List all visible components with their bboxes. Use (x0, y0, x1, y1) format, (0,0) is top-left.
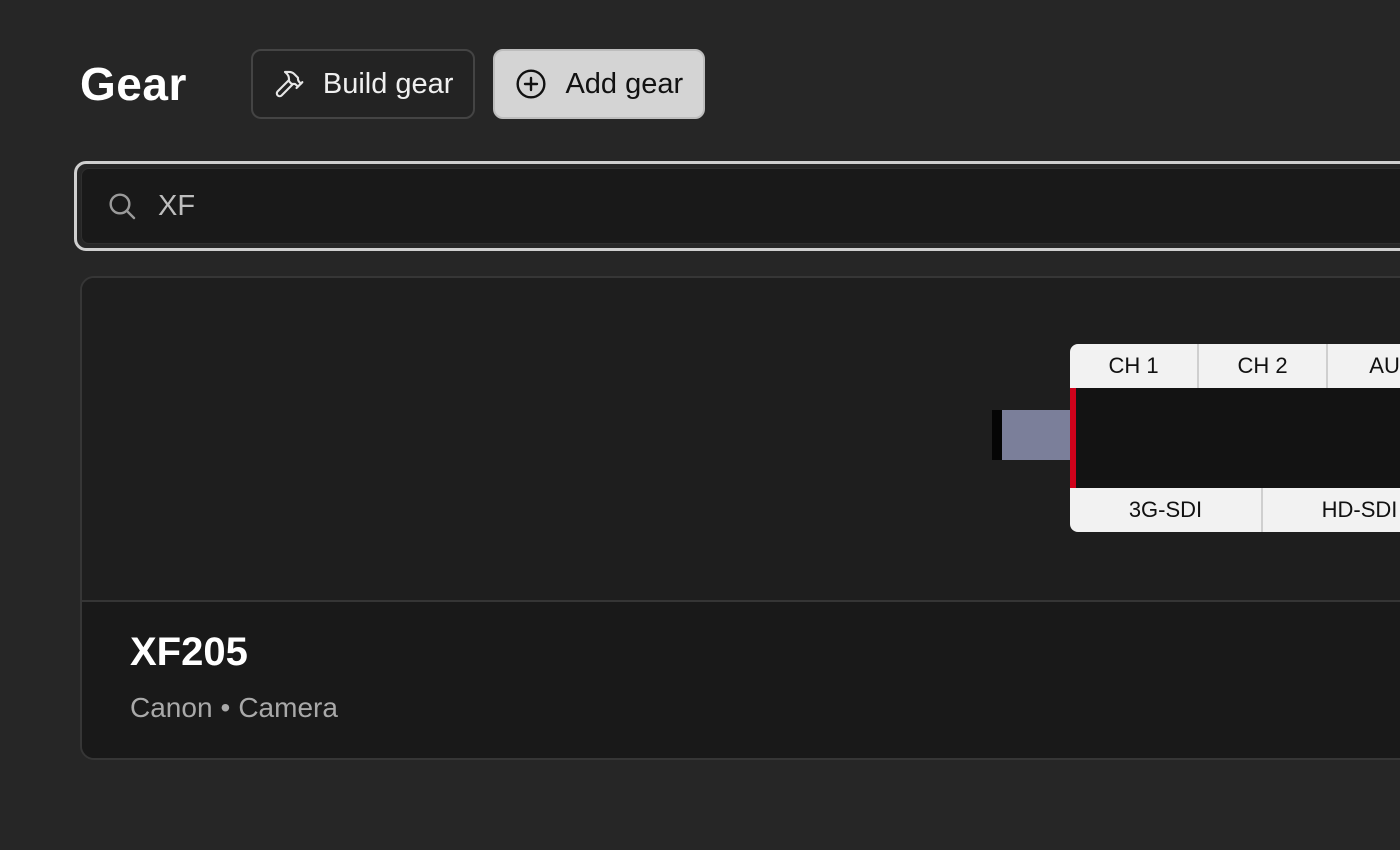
search-box (74, 161, 1400, 251)
gear-preview: CH 1 CH 2 AUD 3G-SDI HD-SDI (82, 278, 1400, 602)
gear-meta: Canon • Camera (130, 692, 338, 724)
build-gear-label: Build gear (322, 67, 454, 100)
gear-category: Camera (238, 692, 338, 723)
add-gear-button[interactable]: Add gear (493, 49, 706, 119)
gear-card[interactable]: CH 1 CH 2 AUD 3G-SDI HD-SDI XF205 Canon•… (80, 276, 1400, 760)
build-gear-button[interactable]: Build gear (250, 49, 476, 119)
search-input[interactable] (158, 186, 758, 226)
hammer-icon (273, 68, 305, 100)
port-aud: AUD (1369, 353, 1400, 378)
device-diagram: CH 1 CH 2 AUD 3G-SDI HD-SDI (990, 344, 1400, 534)
page-title: Gear (80, 58, 187, 110)
gear-page: Gear Build gear Add gear XF CH 1 CH 2 AU… (0, 0, 1400, 850)
plus-circle-icon (515, 68, 547, 100)
port-ch2: CH 2 (1199, 344, 1328, 388)
port-ch1: CH 1 (1070, 344, 1199, 388)
connector (1002, 410, 1070, 460)
search-icon (106, 190, 138, 222)
gear-brand: Canon (130, 692, 213, 723)
search-field[interactable] (81, 168, 1400, 244)
gear-info: XF205 Canon • Camera (82, 602, 1400, 758)
top-port-row: CH 1 CH 2 AUD (1070, 344, 1400, 388)
bottom-port-row: 3G-SDI HD-SDI (1070, 488, 1400, 532)
add-gear-label: Add gear (565, 67, 684, 100)
meta-separator: • (220, 692, 231, 723)
gear-name: XF205 (130, 630, 248, 674)
page-header: Gear Build gear Add gear (80, 48, 706, 120)
device-body (1070, 388, 1400, 488)
connector-tip (992, 410, 1002, 460)
port-3g-sdi: 3G-SDI (1070, 488, 1263, 532)
port-hd-sdi: HD-SDI (1321, 497, 1398, 522)
